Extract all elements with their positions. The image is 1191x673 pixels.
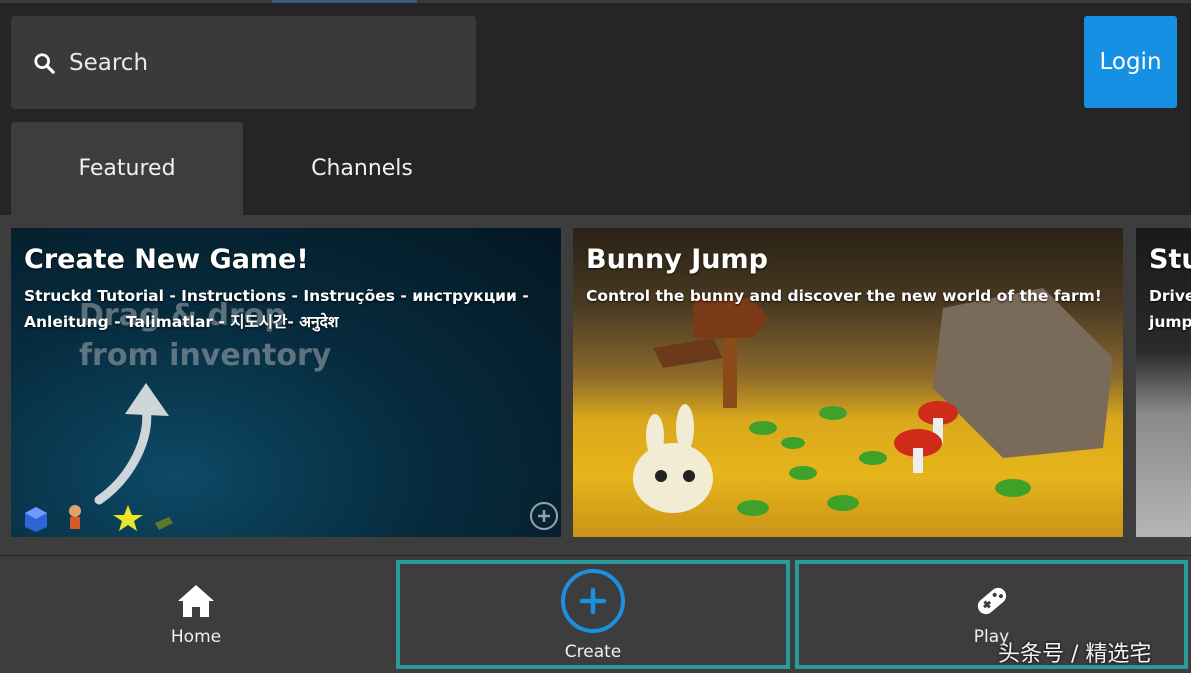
add-to-favorites-icon[interactable] <box>529 501 559 531</box>
inventory-items-icon <box>25 505 173 532</box>
top-progress-line <box>0 0 1191 3</box>
search-bar[interactable] <box>11 16 476 109</box>
tab-channels[interactable]: Channels <box>246 122 478 215</box>
nav-create[interactable]: Create <box>396 560 790 669</box>
overlay-text-line: from inventory <box>79 338 332 373</box>
game-card-create-new[interactable]: Drag & drop from inventory Create New Ga… <box>11 228 561 537</box>
home-icon <box>178 584 214 617</box>
nav-home-label: Home <box>170 626 222 647</box>
card-description: Drive jump <box>1149 287 1191 331</box>
tab-featured[interactable]: Featured <box>11 122 243 215</box>
login-button[interactable]: Login <box>1084 16 1177 108</box>
card-description: Control the bunny and discover the new w… <box>586 287 1102 305</box>
tab-featured-label: Featured <box>78 156 176 181</box>
top-progress-segment <box>272 0 417 3</box>
game-card-partial[interactable]: Stu Drive jump <box>1136 228 1191 537</box>
curved-arrow-icon <box>94 383 169 505</box>
nav-home[interactable]: Home <box>0 556 392 673</box>
card-title: Bunny Jump <box>586 244 768 275</box>
search-icon <box>34 52 55 74</box>
card-description: Struckd Tutorial - Instructions - Instru… <box>24 287 529 331</box>
gamepad-icon <box>977 587 1006 614</box>
watermark-text: 头条号 / 精选宅 <box>998 642 1152 667</box>
game-card-bunny-jump[interactable]: Bunny Jump Control the bunny and discove… <box>573 228 1123 537</box>
card-title: Create New Game! <box>24 244 309 275</box>
card-title: Stu <box>1149 244 1191 275</box>
search-input[interactable] <box>69 49 449 76</box>
tab-channels-label: Channels <box>311 156 413 181</box>
nav-create-label: Create <box>564 641 622 662</box>
plus-circle-icon <box>561 568 625 633</box>
